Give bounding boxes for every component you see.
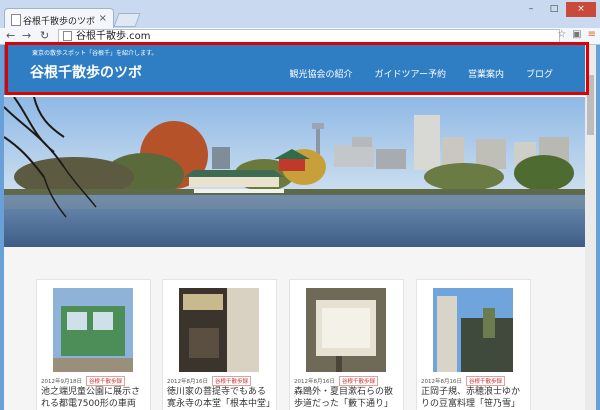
tab-title: 谷根千散歩のツボ <box>23 17 96 27</box>
forward-icon[interactable]: → <box>22 29 31 42</box>
extension-icon[interactable]: ▣ <box>572 29 581 40</box>
highlight-box <box>5 42 589 95</box>
page-favicon-icon <box>11 14 21 26</box>
window-close-icon[interactable]: × <box>566 2 596 17</box>
post-card[interactable]: 2012年8月16日 谷根千散歩録 森鴎外・夏目漱石らの散歩道だった「藪下通り」 <box>289 279 404 410</box>
post-thumbnail[interactable] <box>179 288 259 372</box>
post-card[interactable]: 2012年8月16日 谷根千散歩録 徳川家の菩提寺でもある寛永寺の本堂「根本中堂」 <box>162 279 277 410</box>
post-thumbnail[interactable] <box>53 288 133 372</box>
menu-icon[interactable]: ≡ <box>588 29 596 40</box>
page-icon <box>63 31 72 41</box>
post-thumbnail[interactable] <box>433 288 513 372</box>
back-icon[interactable]: ← <box>6 29 15 42</box>
reload-icon[interactable]: ↻ <box>40 29 49 42</box>
post-date: 2012年8月16日 <box>167 379 208 385</box>
hero-image <box>4 97 585 247</box>
post-excerpt[interactable]: 池之端児童公園に展示される都電7500形の車両 <box>41 386 147 410</box>
post-category-badge[interactable]: 谷根千散歩録 <box>466 376 506 386</box>
post-date: 2012年9月18日 <box>41 379 82 385</box>
post-category-badge[interactable]: 谷根千散歩録 <box>339 376 379 386</box>
new-tab-button[interactable] <box>113 13 141 27</box>
post-card[interactable]: 2012年9月18日 谷根千散歩録 池之端児童公園に展示される都電7500形の車両 <box>36 279 151 410</box>
bookmark-star-icon[interactable]: ☆ <box>557 29 566 40</box>
close-tab-icon[interactable]: × <box>99 13 107 24</box>
maximize-icon[interactable]: □ <box>543 2 565 17</box>
post-category-badge[interactable]: 谷根千散歩録 <box>212 376 252 386</box>
recent-posts: 2012年9月18日 谷根千散歩録 池之端児童公園に展示される都電7500形の車両… <box>4 247 585 410</box>
post-card[interactable]: 2012年8月16日 谷根千散歩録 正岡子規、赤穂浪士ゆかりの豆富料理「笹乃雪」 <box>416 279 531 410</box>
post-excerpt[interactable]: 徳川家の菩提寺でもある寛永寺の本堂「根本中堂」 <box>167 386 275 410</box>
post-category-badge[interactable]: 谷根千散歩録 <box>86 376 126 386</box>
post-excerpt[interactable]: 正岡子規、赤穂浪士ゆかりの豆富料理「笹乃雪」 <box>421 386 527 410</box>
post-thumbnail[interactable] <box>306 288 386 372</box>
minimize-icon[interactable]: – <box>520 2 542 17</box>
address-url: 谷根千散歩.com <box>76 31 151 42</box>
post-excerpt[interactable]: 森鴎外・夏目漱石らの散歩道だった「藪下通り」 <box>294 386 400 410</box>
browser-tab[interactable]: 谷根千散歩のツボ × <box>4 8 114 29</box>
post-date: 2012年8月16日 <box>294 379 335 385</box>
page-scrollbar[interactable] <box>585 45 596 410</box>
web-page: 東京の散歩スポット「谷根千」を紹介します。 谷根千散歩のツボ 観光協会の紹介 ガ… <box>4 45 585 410</box>
post-date: 2012年8月16日 <box>421 379 462 385</box>
